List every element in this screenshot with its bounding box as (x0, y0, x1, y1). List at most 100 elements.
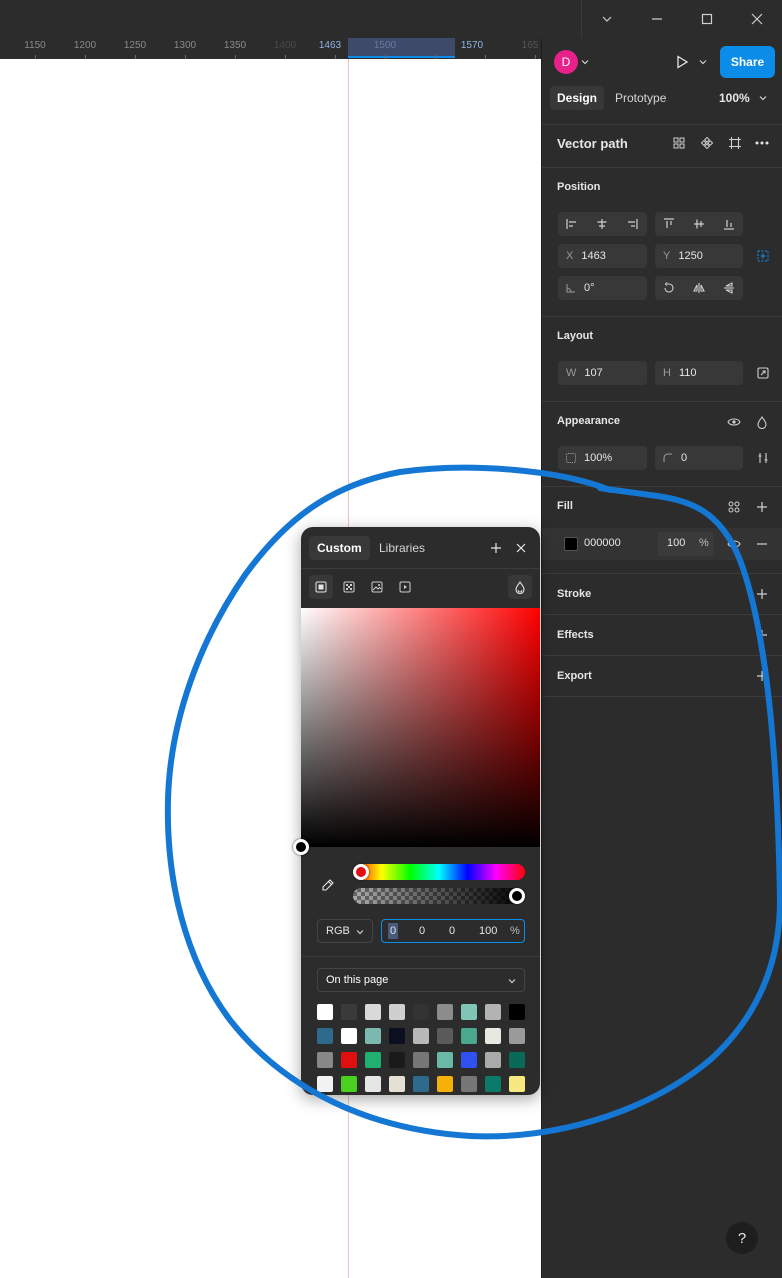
color-swatch[interactable] (509, 1004, 525, 1020)
saturation-brightness-area[interactable] (301, 608, 540, 847)
alpha-slider-knob[interactable] (509, 888, 525, 904)
gradient-fill-icon[interactable] (337, 575, 361, 599)
color-swatch[interactable] (461, 1004, 477, 1020)
fill-color-swatch[interactable] (564, 537, 578, 551)
color-picker-cursor[interactable] (293, 839, 309, 855)
grid-icon[interactable] (667, 131, 691, 155)
help-button[interactable]: ? (726, 1222, 758, 1254)
color-swatch[interactable] (413, 1028, 429, 1044)
corner-radius-field[interactable]: 0 (655, 446, 743, 470)
fill-opacity-value[interactable]: 100 (667, 537, 685, 549)
color-swatch[interactable] (437, 1028, 453, 1044)
close-icon[interactable] (732, 0, 782, 38)
color-swatch[interactable] (509, 1076, 525, 1092)
styles-grid-icon[interactable] (722, 495, 746, 519)
color-swatch[interactable] (485, 1076, 501, 1092)
color-swatch[interactable] (365, 1076, 381, 1092)
color-swatch[interactable] (437, 1052, 453, 1068)
hue-slider-knob[interactable] (353, 864, 369, 880)
share-button[interactable]: Share (720, 46, 775, 78)
blue-input[interactable]: 0 (449, 925, 455, 937)
add-effect-icon[interactable] (750, 623, 774, 647)
chevron-down-icon[interactable] (696, 50, 710, 74)
align-bottom-icon[interactable] (717, 212, 741, 236)
tab-custom[interactable]: Custom (309, 536, 370, 560)
eye-icon[interactable] (722, 532, 746, 556)
zoom-level[interactable]: 100% (712, 86, 757, 110)
color-swatch[interactable] (509, 1028, 525, 1044)
solid-fill-icon[interactable] (309, 575, 333, 599)
eye-icon[interactable] (722, 410, 746, 434)
chevron-down-icon[interactable] (756, 86, 770, 110)
green-input[interactable]: 0 (419, 925, 425, 937)
minimize-icon[interactable] (632, 0, 682, 38)
rotation-field[interactable]: 0° (558, 276, 647, 300)
color-swatch[interactable] (437, 1004, 453, 1020)
component-icon[interactable] (695, 131, 719, 155)
constraints-icon[interactable] (751, 244, 775, 268)
color-swatch[interactable] (485, 1052, 501, 1068)
color-swatch[interactable] (413, 1052, 429, 1068)
color-swatch[interactable] (341, 1052, 357, 1068)
color-swatch[interactable] (317, 1004, 333, 1020)
remove-fill-icon[interactable] (750, 532, 774, 556)
color-swatch[interactable] (461, 1052, 477, 1068)
color-swatch[interactable] (413, 1076, 429, 1092)
align-center-horizontal-icon[interactable] (590, 212, 614, 236)
adjust-icon[interactable] (751, 446, 775, 470)
rgb-input-group[interactable]: 0 0 0 100 % (381, 919, 525, 943)
chevron-down-icon[interactable] (582, 0, 632, 38)
color-swatch[interactable] (389, 1004, 405, 1020)
maximize-icon[interactable] (682, 0, 732, 38)
swatch-source-select[interactable]: On this page (317, 968, 525, 992)
add-fill-icon[interactable] (750, 495, 774, 519)
blend-drop-icon[interactable] (750, 410, 774, 434)
align-top-icon[interactable] (657, 212, 681, 236)
add-icon[interactable] (484, 536, 508, 560)
tab-prototype[interactable]: Prototype (608, 86, 673, 110)
color-swatch[interactable] (317, 1028, 333, 1044)
tab-design[interactable]: Design (550, 86, 605, 110)
alpha-slider[interactable] (353, 888, 525, 904)
blend-mode-icon[interactable] (508, 575, 532, 599)
color-swatch[interactable] (341, 1028, 357, 1044)
color-swatch[interactable] (485, 1028, 501, 1044)
opacity-field[interactable]: 100% (558, 446, 647, 470)
color-swatch[interactable] (413, 1004, 429, 1020)
eyedropper-icon[interactable] (316, 873, 340, 897)
align-center-vertical-icon[interactable] (687, 212, 711, 236)
tab-libraries[interactable]: Libraries (371, 536, 433, 560)
color-swatch[interactable] (341, 1076, 357, 1092)
color-swatch[interactable] (365, 1052, 381, 1068)
resize-to-fit-icon[interactable] (751, 361, 775, 385)
align-left-icon[interactable] (560, 212, 584, 236)
video-fill-icon[interactable] (393, 575, 417, 599)
chevron-down-icon[interactable] (578, 50, 592, 74)
avatar[interactable]: D (554, 50, 578, 74)
flip-horizontal-icon[interactable] (687, 276, 711, 300)
flip-vertical-icon[interactable] (717, 276, 741, 300)
alpha-input[interactable]: 100 (479, 925, 497, 937)
red-input[interactable]: 0 (388, 923, 399, 939)
close-icon[interactable] (509, 536, 533, 560)
x-position-field[interactable]: X 1463 (558, 244, 647, 268)
hue-slider[interactable] (353, 864, 525, 880)
align-right-icon[interactable] (620, 212, 644, 236)
color-swatch[interactable] (365, 1004, 381, 1020)
fill-row[interactable]: 000000 100 % (542, 528, 782, 560)
color-swatch[interactable] (317, 1076, 333, 1092)
color-swatch[interactable] (461, 1028, 477, 1044)
color-swatch[interactable] (389, 1076, 405, 1092)
width-field[interactable]: W 107 (558, 361, 647, 385)
color-mode-select[interactable]: RGB (317, 919, 373, 943)
color-swatch[interactable] (389, 1052, 405, 1068)
add-stroke-icon[interactable] (750, 582, 774, 606)
image-fill-icon[interactable] (365, 575, 389, 599)
add-export-icon[interactable] (750, 664, 774, 688)
color-swatch[interactable] (461, 1076, 477, 1092)
color-swatch[interactable] (341, 1004, 357, 1020)
frame-icon[interactable] (723, 131, 747, 155)
color-swatch[interactable] (485, 1004, 501, 1020)
color-swatch[interactable] (389, 1028, 405, 1044)
color-swatch[interactable] (437, 1076, 453, 1092)
